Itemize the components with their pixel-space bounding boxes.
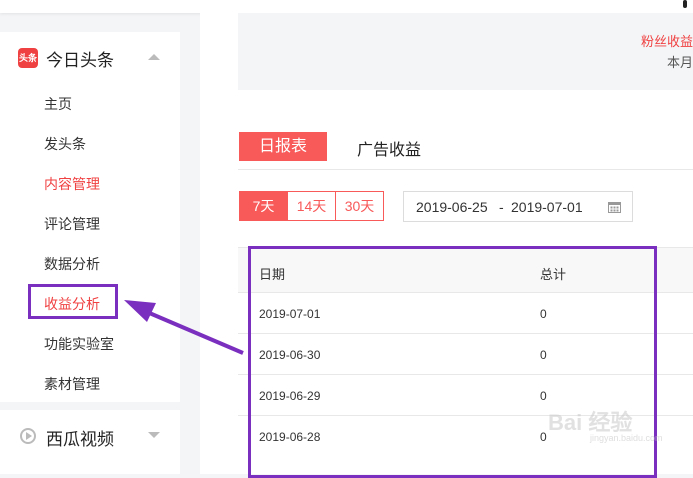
baidu-watermark-url: jingyan.baidu.com [590, 433, 663, 443]
annotation-arrow-icon [124, 300, 244, 355]
